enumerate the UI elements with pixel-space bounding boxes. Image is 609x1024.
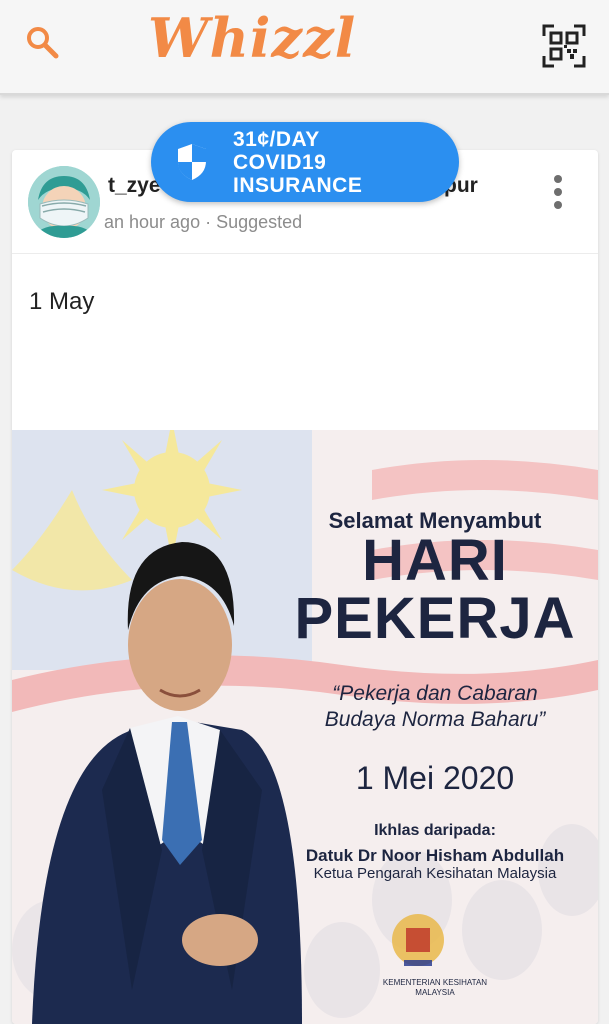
ministry-crest <box>392 914 444 966</box>
qr-scan-button[interactable] <box>542 24 586 68</box>
poster-quote-line2: Budaya Norma Baharu” <box>324 708 546 731</box>
poster-date: 1 Mei 2020 <box>355 760 515 796</box>
poster-from-label: Ikhlas daripada: <box>374 822 496 839</box>
search-button[interactable] <box>22 22 62 62</box>
qr-code-icon <box>542 24 586 68</box>
post-time: an hour ago <box>104 212 201 232</box>
post-username[interactable]: t_zye <box>108 174 161 198</box>
poster-ministry-line1: KEMENTERIAN KESIHATAN <box>382 978 488 987</box>
banner-line2: COVID19 <box>233 151 327 174</box>
poster-ministry-line2: MALAYSIA <box>415 988 455 997</box>
banner-line3: INSURANCE <box>233 174 363 197</box>
more-vertical-icon <box>548 175 568 209</box>
avatar[interactable] <box>28 166 100 238</box>
poster-from-title: Ketua Pengarah Kesihatan Malaysia <box>313 865 557 882</box>
covid-insurance-banner[interactable]: 31¢/DAY COVID19 INSURANCE <box>151 122 459 202</box>
post-text: 1 May <box>29 288 95 315</box>
poster-from-name: Datuk Dr Noor Hisham Abdullah <box>305 846 565 865</box>
meta-separator: · <box>200 212 217 232</box>
search-icon <box>27 27 59 59</box>
poster-title-line1: HARI <box>362 528 508 593</box>
more-options-button[interactable] <box>548 172 568 212</box>
post-image[interactable]: Selamat Menyambut HARI PEKERJA “Pekerja … <box>12 430 598 1024</box>
post-meta: an hour ago · Suggested <box>104 212 302 233</box>
poster-title-line2: PEKERJA <box>294 586 576 651</box>
poster-quote-line1: “Pekerja dan Cabaran <box>332 682 538 705</box>
top-app-bar: Whizzl <box>0 0 609 95</box>
post-card: t_zye pur an hour ago · Suggested 1 May <box>12 150 598 1024</box>
post-tag: Suggested <box>216 212 303 232</box>
banner-price: 31¢/DAY <box>233 128 320 151</box>
app-logo[interactable]: Whizzl <box>148 6 356 70</box>
shield-icon <box>178 144 206 180</box>
